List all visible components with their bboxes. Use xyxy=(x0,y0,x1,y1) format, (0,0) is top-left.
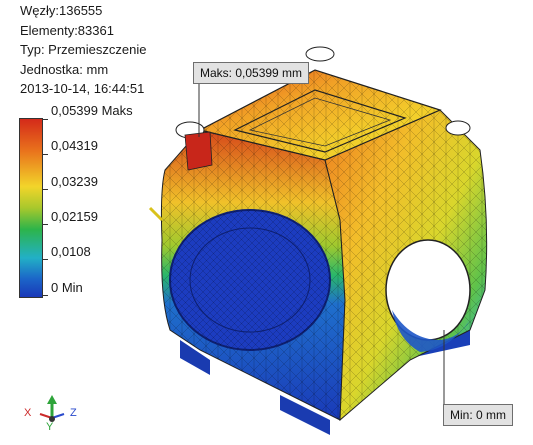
min-callout[interactable]: Min: 0 mm xyxy=(443,404,514,426)
orientation-triad: X Y Z xyxy=(24,395,77,432)
y-axis-label: Y xyxy=(46,421,54,432)
x-axis-label: X xyxy=(24,407,32,419)
max-callout[interactable]: Maks: 0,05399 mm xyxy=(193,62,310,84)
z-axis-label: Z xyxy=(70,407,77,419)
